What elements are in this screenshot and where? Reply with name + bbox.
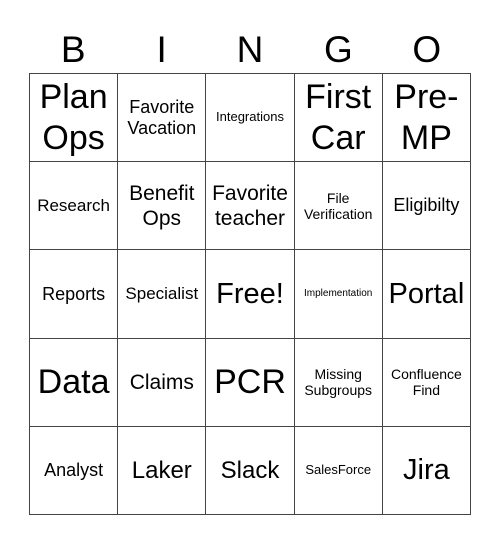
bingo-cell[interactable]: Research xyxy=(30,162,119,251)
bingo-cell[interactable]: Slack xyxy=(206,426,295,515)
bingo-cell[interactable]: File Verification xyxy=(294,162,383,251)
bingo-card: Plan Ops Favorite Vacation Integrations … xyxy=(29,73,471,515)
bingo-cell[interactable]: Implementation xyxy=(294,250,383,339)
header-letter-g: G xyxy=(323,29,353,70)
header-letter-i: I xyxy=(156,29,167,70)
bingo-cell[interactable]: Missing Subgroups xyxy=(294,338,383,427)
bingo-cell[interactable]: Integrations xyxy=(206,74,295,163)
bingo-cell[interactable]: Favorite teacher xyxy=(206,162,295,251)
free-space-cell[interactable]: Free! xyxy=(206,250,295,339)
bingo-cell[interactable]: Claims xyxy=(118,338,207,427)
bingo-cell[interactable]: Reports xyxy=(30,250,119,339)
bingo-cell[interactable]: Portal xyxy=(382,250,471,339)
header-letter-b: B xyxy=(60,29,86,70)
bingo-cell[interactable]: Benefit Ops xyxy=(118,162,207,251)
bingo-cell[interactable]: SalesForce xyxy=(294,426,383,515)
bingo-cell[interactable]: Pre-MP xyxy=(382,74,471,163)
bingo-cell[interactable]: Eligibilty xyxy=(382,162,471,251)
bingo-header: B I N G O xyxy=(29,28,471,72)
bingo-cell[interactable]: Laker xyxy=(118,426,207,515)
bingo-cell[interactable]: First Car xyxy=(294,74,383,163)
bingo-cell[interactable]: Favorite Vacation xyxy=(118,74,207,163)
bingo-cell[interactable]: Jira xyxy=(382,426,471,515)
bingo-cell[interactable]: Specialist xyxy=(118,250,207,339)
bingo-cell[interactable]: Confluence Find xyxy=(382,338,471,427)
header-letter-n: N xyxy=(236,29,264,70)
bingo-cell[interactable]: Plan Ops xyxy=(30,74,119,163)
bingo-cell[interactable]: Analyst xyxy=(30,426,119,515)
bingo-cell[interactable]: PCR xyxy=(206,338,295,427)
bingo-cell[interactable]: Data xyxy=(30,338,119,427)
header-letter-o: O xyxy=(412,29,442,70)
